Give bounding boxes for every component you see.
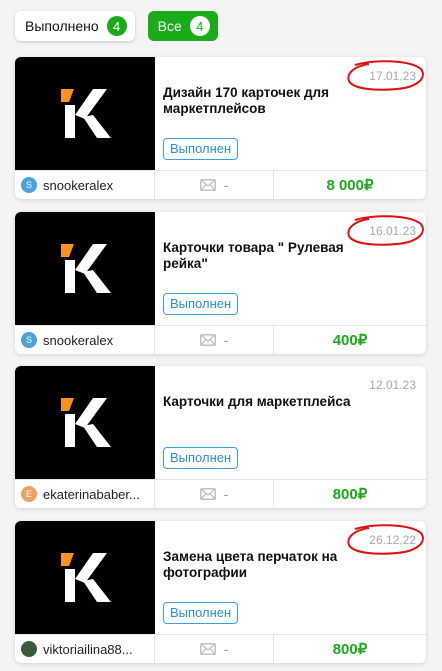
order-thumbnail[interactable]: [15, 366, 155, 479]
order-thumbnail[interactable]: [15, 57, 155, 170]
envelope-icon: [199, 334, 216, 346]
order-date: 17.01.23: [369, 69, 416, 83]
customer-username: ekaterinababer...: [43, 486, 140, 502]
kwork-logo-icon: [61, 553, 111, 602]
filter-completed-label: Выполнено: [25, 18, 99, 34]
order-footer: E ekaterinababer... - 800₽: [15, 479, 426, 508]
order-status-badge: Выполнен: [163, 293, 239, 315]
order-date: 16.01.23: [369, 224, 416, 238]
avatar: S: [21, 332, 37, 348]
filter-bar: Выполнено 4 Все 4: [15, 11, 218, 41]
order-customer[interactable]: viktoriailina88...: [15, 635, 155, 663]
kwork-logo-icon: [61, 244, 111, 293]
order-title[interactable]: Карточки для маркетплейса: [163, 394, 363, 410]
order-card[interactable]: Замена цвета перчаток на фотографии 26.1…: [15, 521, 426, 663]
customer-username: snookeralex: [43, 332, 114, 348]
avatar: [21, 641, 37, 657]
order-title[interactable]: Замена цвета перчаток на фотографии: [163, 549, 363, 581]
envelope-icon: [199, 643, 216, 655]
order-thumbnail[interactable]: [15, 521, 155, 634]
order-price: 800₽: [332, 486, 368, 503]
order-footer: viktoriailina88... - 800₽: [15, 634, 426, 663]
order-card[interactable]: Дизайн 170 карточек для маркетплейсов 17…: [15, 57, 426, 199]
order-price: 800₽: [332, 641, 368, 658]
order-messages[interactable]: -: [155, 326, 274, 354]
kwork-logo-icon: [61, 89, 111, 138]
order-card[interactable]: Карточки для маркетплейса 12.01.23 Выпол…: [15, 366, 426, 508]
customer-username: viktoriailina88...: [43, 641, 133, 657]
filter-all-tab[interactable]: Все 4: [147, 11, 218, 41]
order-status-badge: Выполнен: [163, 447, 239, 469]
order-customer[interactable]: S snookeralex: [15, 171, 155, 199]
order-status-badge: Выполнен: [163, 602, 239, 624]
filter-all-count: 4: [189, 16, 210, 36]
order-customer[interactable]: S snookeralex: [15, 326, 155, 354]
order-messages[interactable]: -: [155, 635, 274, 663]
order-customer[interactable]: E ekaterinababer...: [15, 480, 155, 508]
envelope-icon: [199, 179, 216, 191]
order-messages[interactable]: -: [155, 480, 274, 508]
message-count: -: [223, 486, 229, 502]
order-thumbnail[interactable]: [15, 212, 155, 325]
order-date: 26.12.22: [369, 533, 416, 547]
avatar: E: [21, 486, 37, 502]
filter-completed-count: 4: [106, 16, 127, 36]
order-footer: S snookeralex - 400₽: [15, 325, 426, 354]
kwork-logo-icon: [61, 398, 111, 447]
message-count: -: [223, 177, 229, 193]
order-title[interactable]: Дизайн 170 карточек для маркетплейсов: [163, 85, 363, 117]
filter-all-label: Все: [157, 18, 182, 34]
order-title[interactable]: Карточки товара " Рулевая рейка": [163, 240, 363, 272]
filter-completed-tab[interactable]: Выполнено 4: [15, 11, 135, 41]
message-count: -: [223, 641, 229, 657]
customer-username: snookeralex: [43, 177, 114, 193]
message-count: -: [223, 332, 229, 348]
order-status-badge: Выполнен: [163, 138, 239, 160]
avatar: S: [21, 177, 37, 193]
order-price: 400₽: [332, 332, 368, 349]
order-card[interactable]: Карточки товара " Рулевая рейка" 16.01.2…: [15, 212, 426, 354]
order-date: 12.01.23: [369, 378, 416, 392]
order-messages[interactable]: -: [155, 171, 274, 199]
envelope-icon: [199, 488, 216, 500]
order-footer: S snookeralex - 8 000₽: [15, 170, 426, 199]
order-price: 8 000₽: [326, 177, 374, 194]
